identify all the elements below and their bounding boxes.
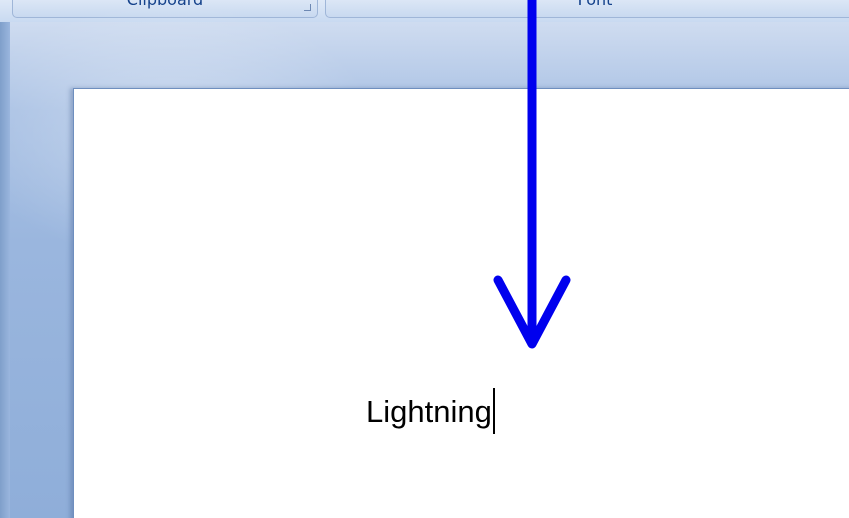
text-cursor <box>492 388 495 434</box>
word-window: Clipboard Font Lightning <box>0 0 849 518</box>
document-page[interactable] <box>73 88 849 518</box>
workspace-left-edge <box>0 22 10 518</box>
document-text[interactable]: Lightning <box>366 388 495 434</box>
document-text-content: Lightning <box>366 394 492 429</box>
ribbon-group-font: Font <box>325 0 849 18</box>
ribbon-group-font-label: Font <box>578 0 613 9</box>
clipboard-dialog-launcher-icon[interactable] <box>304 4 311 11</box>
